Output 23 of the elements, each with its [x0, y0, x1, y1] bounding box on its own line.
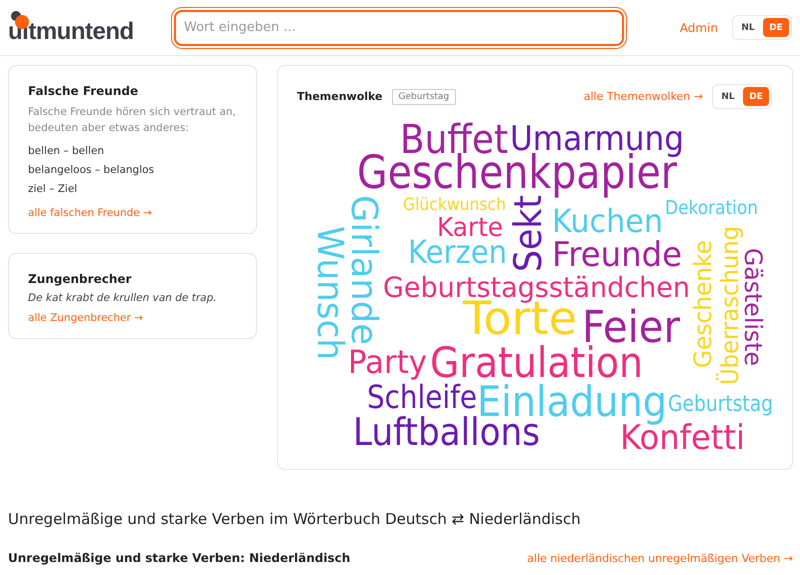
all-irregular-verbs-link[interactable]: alle niederländischen unregelmäßigen Verben → — [527, 552, 793, 564]
section-heading: Unregelmäßige und starke Verben im Wörterbuch Deutsch ⇄ Niederländisch — [8, 510, 582, 528]
topic-tag: Geburtstag — [392, 88, 456, 104]
cloud-word[interactable]: Party — [348, 343, 430, 381]
admin-link[interactable]: Admin — [680, 20, 718, 34]
word-pair[interactable]: belangeloos – belanglos — [28, 161, 237, 180]
section-subheading: Unregelmäßige und starke Verben: Niederländisch — [8, 551, 350, 565]
card-description: Falsche Freunde hören sich vertraut an, bedeuten aber etwas anderes: — [28, 105, 237, 136]
all-tongue-twisters-link[interactable]: alle Zungenbrecher → — [28, 312, 237, 324]
tongue-twister-text: De kat krabt de krullen van de trap. — [28, 292, 218, 304]
cloud-word[interactable]: Freunde — [552, 235, 689, 275]
word-pair[interactable]: bellen – bellen — [28, 142, 237, 161]
logo-text[interactable]: uitmuntend — [8, 18, 134, 46]
search-field[interactable]: Wort eingeben ... — [174, 10, 624, 46]
card-title: Zungenbrecher — [28, 272, 132, 286]
all-false-friends-link[interactable]: alle falschen Freunde → — [28, 207, 237, 219]
word-pair[interactable]: ziel – Ziel — [28, 180, 237, 199]
all-word-clouds-link[interactable]: alle Themenwolken → — [584, 90, 703, 103]
language-option[interactable]: DE — [763, 18, 789, 37]
cloud-word[interactable]: Karte — [437, 213, 506, 243]
language-option[interactable]: DE — [743, 87, 769, 106]
card-title: Falsche Freunde — [28, 84, 140, 98]
word-cloud-title: Themenwolke — [297, 90, 383, 103]
